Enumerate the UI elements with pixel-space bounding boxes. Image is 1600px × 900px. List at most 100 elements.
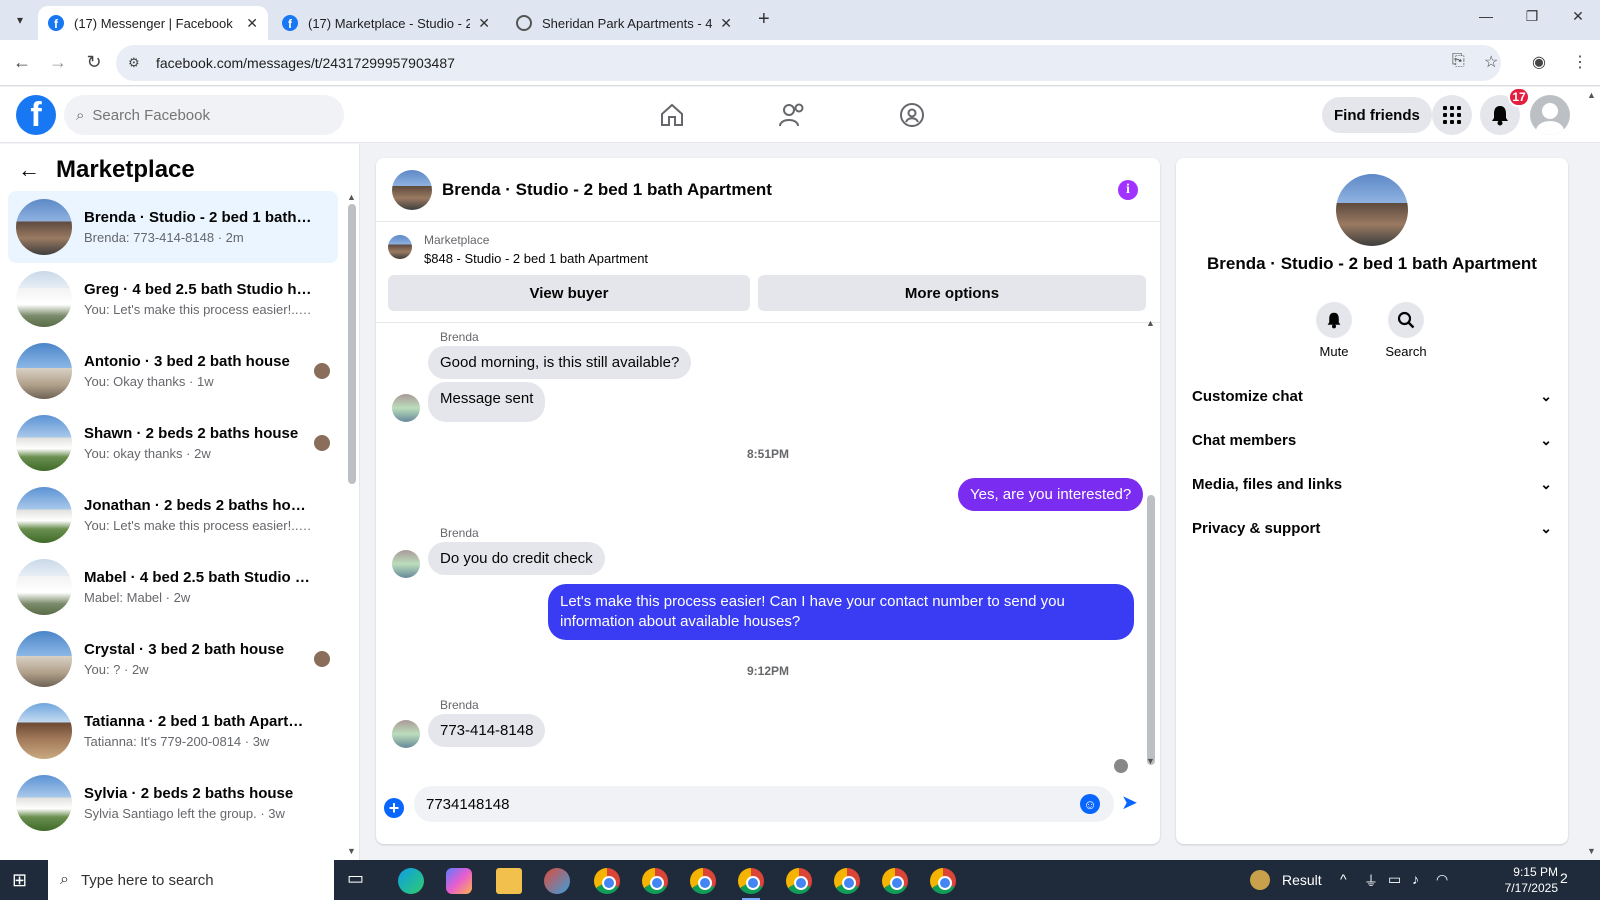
facebook-search-input[interactable] [92,106,313,124]
speaker-icon[interactable]: ♪ [1412,871,1419,887]
home-icon[interactable] [656,99,688,131]
chat-title[interactable]: Brenda · Studio - 2 bed 1 bath Apartment [442,180,772,200]
tray-chevron-up-icon[interactable]: ^ [1340,871,1347,887]
scroll-up-icon[interactable]: ▲ [347,192,356,202]
menu-grid-icon[interactable] [1432,95,1472,135]
privacy-support-row[interactable]: Privacy & support ⌄ [1192,508,1552,548]
close-window-icon[interactable]: ✕ [1566,8,1590,25]
back-arrow-icon[interactable]: ← [18,157,40,183]
chrome-icon[interactable] [738,868,764,900]
sender-avatar[interactable] [392,720,420,748]
conversation-item[interactable]: Greg · 4 bed 2.5 bath Studio ho... You: L… [8,263,338,335]
friends-icon[interactable] [776,99,808,131]
emoji-icon[interactable]: ☺ [1080,794,1100,814]
chrome-icon[interactable] [786,868,812,894]
menu-dots-icon[interactable]: ⋮ [1572,52,1588,72]
bookmark-star-icon[interactable]: ☆ [1484,52,1498,72]
windows-start-icon[interactable]: ⊞ [12,870,27,891]
listing-price[interactable]: $848 - Studio - 2 bed 1 bath Apartment [424,251,648,266]
scroll-down-icon[interactable]: ▼ [347,846,356,856]
chat-avatar[interactable] [392,169,432,210]
usb-icon[interactable]: ⏚ [1364,871,1378,891]
chat-scrollbar[interactable] [1147,495,1155,765]
plus-icon[interactable]: + [384,798,404,818]
minimize-icon[interactable]: — [1474,8,1498,24]
close-tab-icon[interactable]: ✕ [478,15,490,32]
customize-chat-row[interactable]: Customize chat ⌄ [1192,376,1552,416]
more-options-button[interactable]: More options [758,275,1146,311]
taskbar-clock[interactable]: 9:15 PM 7/17/2025 [1478,864,1558,896]
scroll-up-icon[interactable]: ▲ [1146,318,1155,328]
chat-details-panel: Brenda · Studio - 2 bed 1 bath Apartment… [1176,158,1568,844]
conversation-item[interactable]: Shawn · 2 beds 2 baths house You: okay th… [8,407,338,479]
conversation-text: Antonio · 3 bed 2 bath house You: Okay th… [84,353,314,389]
forward-icon[interactable]: → [46,52,70,73]
search-conversation-button[interactable]: Search [1376,302,1436,359]
sidebar-scrollbar[interactable] [348,204,356,484]
media-files-links-row[interactable]: Media, files and links ⌄ [1192,464,1552,504]
reload-icon[interactable]: ↻ [82,52,106,73]
chat-members-row[interactable]: Chat members ⌄ [1192,420,1552,460]
conversation-item[interactable]: Tatianna · 2 bed 1 bath Apartment Tatiann… [8,695,338,767]
back-icon[interactable]: ← [10,52,34,73]
file-explorer-icon[interactable] [496,868,522,894]
tab-marketplace[interactable]: f (17) Marketplace - Studio - 2 be ✕ [272,6,500,40]
chevron-down-icon: ⌄ [1540,431,1552,448]
conversation-item[interactable]: Brenda · Studio - 2 bed 1 bath A... Brend… [8,191,338,263]
facebook-favicon-icon: f [282,15,298,31]
conversation-item[interactable]: Crystal · 3 bed 2 bath house You: ? · 2w [8,623,338,695]
copilot-icon[interactable] [446,868,472,894]
taskbar-search[interactable]: ⌕ Type here to search [48,860,334,900]
send-icon[interactable]: ➤ [1121,790,1138,815]
chrome-icon[interactable] [930,868,956,894]
chrome-icon[interactable] [642,868,668,894]
profile-icon[interactable]: ◉ [1532,52,1546,72]
conversation-item[interactable]: Antonio · 3 bed 2 bath house You: Okay th… [8,335,338,407]
url-field[interactable]: ⚙ facebook.com/messages/t/24317299957903… [116,45,1501,81]
task-view-icon[interactable]: ▭ [347,868,373,894]
chrome-icon[interactable] [834,868,860,894]
facebook-search[interactable]: ⌕ [64,95,344,135]
find-friends-button[interactable]: Find friends [1322,97,1432,133]
battery-icon[interactable]: ▭ [1388,871,1401,888]
weather-widget[interactable]: Result [1282,872,1322,888]
mute-button[interactable]: Mute [1304,302,1364,359]
conversation-preview: Mabel: Mabel · 2w [84,590,191,605]
message-input[interactable] [414,786,1114,822]
tab-messenger[interactable]: f (17) Messenger | Facebook ✕ [38,6,268,40]
sender-avatar[interactable] [392,394,420,422]
view-buyer-button[interactable]: View buyer [388,275,750,311]
sender-avatar[interactable] [392,550,420,578]
page-scroll-down-icon[interactable]: ▼ [1587,846,1596,856]
chrome-icon[interactable] [882,868,908,894]
conversation-item[interactable]: Sylvia · 2 beds 2 baths house Sylvia Sant… [8,767,338,839]
tab-search-icon[interactable]: ▾ [8,8,32,32]
facebook-logo-icon[interactable]: f [16,95,56,135]
conversation-name: Mabel · 4 bed 2.5 bath Studio h... [84,569,314,586]
marketplace-sidebar: ← Marketplace Brenda · Studio - 2 bed 1 … [0,144,360,860]
windows-taskbar: ⊞ ⌕ Type here to search ▭ Result ^ ⏚ ▭ ♪… [0,860,1600,900]
close-tab-icon[interactable]: ✕ [720,15,732,32]
weather-icon[interactable] [1250,870,1270,890]
account-avatar[interactable] [1530,95,1570,135]
tab-sheridan-park[interactable]: Sheridan Park Apartments - 453 ✕ [506,6,742,40]
chrome-icon[interactable] [690,868,716,894]
notification-center-icon[interactable]: 2 [1560,870,1568,886]
chrome-icon[interactable] [594,868,620,894]
wifi-icon[interactable]: ◠ [1436,871,1448,888]
install-app-icon[interactable]: ⎘ [1452,52,1465,70]
listing-thumbnail[interactable] [388,235,412,259]
restore-icon[interactable]: ❐ [1520,8,1544,25]
close-tab-icon[interactable]: ✕ [246,15,258,32]
conversation-item[interactable]: Mabel · 4 bed 2.5 bath Studio h... Mabel:… [8,551,338,623]
groups-icon[interactable] [896,99,928,131]
new-tab-icon[interactable]: + [758,8,770,31]
site-info-icon[interactable]: ⚙ [128,55,144,71]
paint-icon[interactable] [544,868,570,894]
details-avatar[interactable] [1336,174,1408,246]
conversation-item[interactable]: Jonathan · 2 beds 2 baths house You: Let'… [8,479,338,551]
info-icon[interactable]: i [1118,180,1138,200]
scroll-down-icon[interactable]: ▼ [1146,756,1155,766]
page-scroll-up-icon[interactable]: ▲ [1587,90,1596,100]
edge-icon[interactable] [398,868,424,894]
